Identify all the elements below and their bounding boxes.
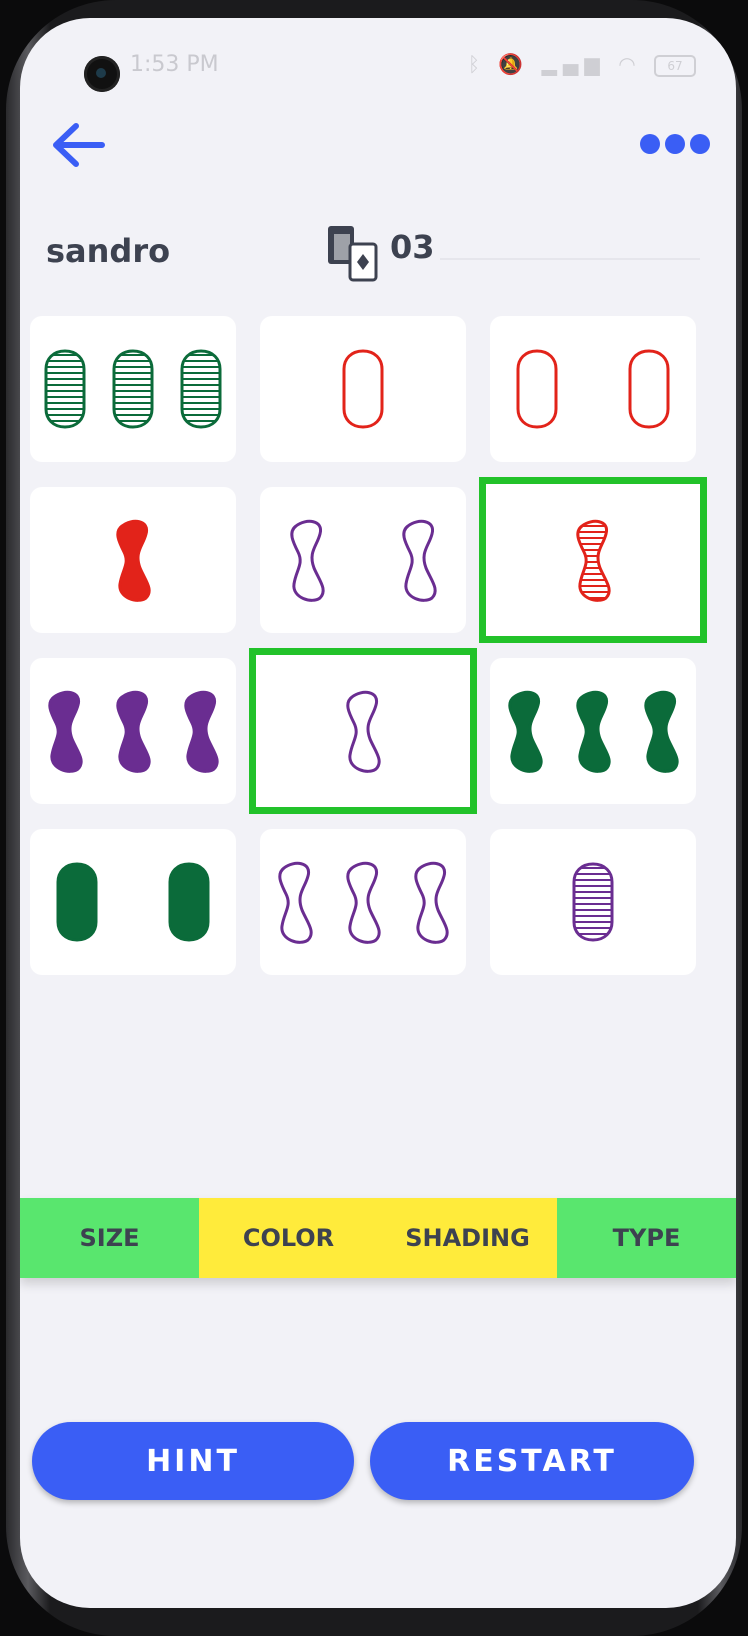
hint-button[interactable]: HINT: [32, 1422, 354, 1500]
set-card[interactable]: [260, 487, 466, 633]
player-name: sandro: [46, 232, 171, 270]
set-card[interactable]: [30, 658, 236, 804]
status-icons: ᛒ 🔕 ▂▄▆ ◠ 67: [468, 52, 696, 77]
status-time: 1:53 PM: [130, 52, 219, 77]
oval-icon: [628, 349, 670, 429]
deck-icon: [326, 224, 382, 282]
squiggle-icon: [414, 861, 449, 944]
set-card[interactable]: [249, 648, 477, 814]
app-screen: 1:53 PM ᛒ 🔕 ▂▄▆ ◠ 67 sandro 03 SIZE COLO…: [20, 18, 736, 1608]
set-card[interactable]: [260, 829, 466, 975]
squiggle-icon: [346, 861, 381, 944]
oval-icon: [56, 862, 98, 942]
oval-icon: [44, 349, 86, 429]
oval-icon: [572, 862, 614, 942]
set-card[interactable]: [260, 316, 466, 462]
squiggle-icon: [48, 690, 83, 773]
more-dots-icon: [640, 134, 710, 154]
set-card[interactable]: [490, 316, 696, 462]
attribute-size: SIZE: [20, 1198, 199, 1278]
front-camera: [84, 56, 120, 92]
more-options-button[interactable]: [640, 130, 710, 158]
phone-frame: 1:53 PM ᛒ 🔕 ▂▄▆ ◠ 67 sandro 03 SIZE COLO…: [6, 0, 742, 1636]
squiggle-icon: [346, 690, 381, 773]
battery-icon: 67: [654, 54, 696, 77]
set-card[interactable]: [30, 316, 236, 462]
attribute-shading: SHADING: [378, 1198, 557, 1278]
set-card[interactable]: [479, 477, 707, 643]
oval-icon: [168, 862, 210, 942]
squiggle-icon: [508, 690, 543, 773]
attribute-bar: SIZE COLOR SHADING TYPE: [20, 1198, 736, 1278]
top-bar: [20, 108, 736, 178]
squiggle-icon: [116, 519, 151, 602]
mute-icon: 🔕: [498, 52, 530, 76]
attribute-type: TYPE: [557, 1198, 736, 1278]
squiggle-icon: [644, 690, 679, 773]
header-divider: [440, 258, 700, 260]
attribute-color: COLOR: [199, 1198, 378, 1278]
squiggle-icon: [290, 519, 325, 602]
squiggle-icon: [576, 690, 611, 773]
squiggle-icon: [576, 519, 611, 602]
restart-button[interactable]: RESTART: [370, 1422, 694, 1500]
squiggle-icon: [278, 861, 313, 944]
status-bar: 1:53 PM ᛒ 🔕 ▂▄▆ ◠ 67: [20, 18, 736, 92]
deck-count: 03: [390, 228, 435, 266]
wifi-icon: ◠: [618, 52, 642, 76]
squiggle-icon: [116, 690, 151, 773]
oval-icon: [516, 349, 558, 429]
squiggle-icon: [184, 690, 219, 773]
oval-icon: [342, 349, 384, 429]
set-card[interactable]: [490, 658, 696, 804]
oval-icon: [112, 349, 154, 429]
set-card[interactable]: [30, 829, 236, 975]
back-arrow-icon: [53, 123, 105, 167]
back-button[interactable]: [50, 120, 110, 170]
squiggle-icon: [402, 519, 437, 602]
oval-icon: [180, 349, 222, 429]
signal-icon: ▂▄▆: [541, 52, 606, 76]
set-card[interactable]: [490, 829, 696, 975]
bluetooth-icon: ᛒ: [468, 52, 487, 76]
set-card[interactable]: [30, 487, 236, 633]
